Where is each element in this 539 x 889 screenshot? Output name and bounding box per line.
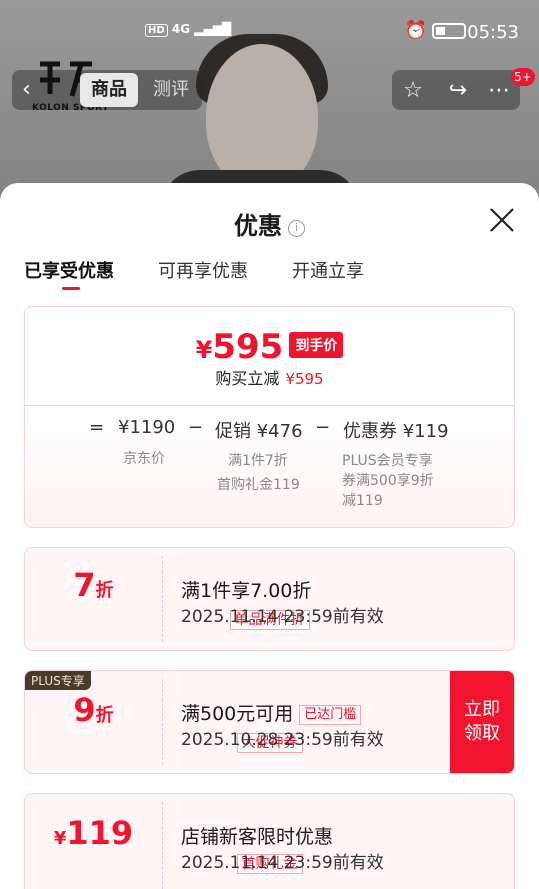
favorite-star-icon[interactable]: ☆	[398, 76, 428, 106]
discount-sheet: 优惠 i 已享受优惠 可再享优惠 开通立享 ¥595 到手价 购买立减 ¥595 = …	[0, 183, 539, 889]
claim-line-1: 立即	[464, 699, 500, 720]
tab-activate[interactable]: 开通立享	[292, 257, 364, 283]
reduce-amount: ¥595	[285, 370, 324, 388]
alarm-icon: ⏰	[404, 20, 427, 41]
tab-more-available[interactable]: 可再享优惠	[158, 257, 248, 283]
price-summary-card: ¥595 到手价 购买立减 ¥595 = ¥1190 京东价 − 促销 ¥476 满…	[24, 306, 515, 528]
coupon-2-value: 9折	[25, 691, 162, 729]
tab-enjoyed[interactable]: 已享受优惠	[24, 257, 114, 283]
coupon-row: 优惠券 ¥119	[343, 417, 449, 443]
promo-sub-2: 首购礼金119	[217, 477, 300, 493]
notification-badge: 5+	[511, 68, 535, 86]
final-currency: ¥	[195, 336, 213, 364]
plus-exclusive-tag: PLUS专享	[25, 671, 91, 690]
summary-divider	[25, 405, 514, 406]
reduce-label: 购买立减	[215, 369, 280, 388]
jd-price-label: 京东价	[123, 451, 165, 467]
hd-icon: HD	[145, 24, 168, 37]
sheet-title-text: 优惠	[234, 212, 282, 240]
coupon-2-unit: 折	[95, 705, 114, 726]
coupon-card-1[interactable]: 7折 单品满件折 满1件享7.00折 2025.11.14 23:59前有效	[24, 547, 515, 651]
coupon-label: 优惠券	[343, 421, 397, 442]
coupon-card-2[interactable]: PLUS专享 9折 大促神券 满500元可用 已达门槛 2025.10.28 23…	[24, 670, 515, 774]
coupon-3-title: 店铺新客限时优惠	[181, 826, 334, 848]
coupon-separator	[162, 802, 163, 889]
coupon-sub-3: 减119	[342, 493, 383, 509]
coupon-separator	[162, 679, 163, 765]
sheet-title: 优惠 i	[0, 206, 539, 241]
coupon-1-validity: 2025.11.14 23:59前有效	[181, 607, 384, 627]
coupon-2-title-row: 满500元可用 已达门槛	[181, 699, 362, 726]
coupon-3-currency: ¥	[53, 828, 67, 849]
final-price: 595	[212, 327, 284, 367]
coupon-1-title: 满1件享7.00折	[181, 580, 312, 602]
share-icon[interactable]: ↪	[443, 76, 473, 106]
promo-sub-1: 满1件7折	[228, 453, 288, 469]
signal-label: 4G	[171, 22, 191, 36]
promo-label: 促销	[215, 421, 251, 442]
info-icon[interactable]: i	[288, 220, 305, 237]
threshold-badge: 已达门槛	[299, 705, 362, 725]
minus-sign-1: −	[188, 417, 204, 438]
coupon-2-title: 满500元可用	[181, 703, 294, 725]
close-icon[interactable]	[487, 205, 517, 235]
coupon-3-validity: 2025.11.14 23:59前有效	[181, 853, 384, 873]
coupon-amount: ¥119	[402, 421, 449, 442]
coupon-sub-1: PLUS会员专享	[342, 453, 433, 469]
final-price-row: ¥595 到手价	[25, 327, 514, 367]
coupon-3-number: 119	[66, 814, 134, 852]
coupon-1-value: 7折	[25, 566, 162, 604]
network-indicator: HD 4G ▂▄▆█	[145, 22, 231, 37]
jd-price: ¥1190	[118, 417, 176, 438]
equals-sign: =	[89, 417, 105, 438]
coupon-card-3[interactable]: ¥119 首购礼金 店铺新客限时优惠 2025.11.14 23:59前有效	[24, 793, 515, 889]
reduce-row: 购买立减 ¥595	[25, 365, 514, 389]
promo-row: 促销 ¥476	[215, 417, 303, 443]
claim-now-button[interactable]: 立即 领取	[450, 671, 514, 773]
coupon-3-value: ¥119	[25, 814, 162, 852]
model-face	[206, 44, 318, 190]
tab-goods[interactable]: 商品	[80, 73, 138, 107]
coupon-2-number: 9	[73, 691, 96, 729]
coupon-1-unit: 折	[95, 580, 114, 601]
final-price-tag: 到手价	[289, 332, 344, 358]
more-icon[interactable]: ⋯	[484, 76, 514, 106]
coupon-1-number: 7	[73, 566, 96, 604]
coupon-separator	[162, 556, 163, 642]
battery-icon	[432, 23, 466, 39]
coupon-2-validity: 2025.10.28 23:59前有效	[181, 730, 384, 750]
clock: 05:53	[467, 22, 519, 43]
tab-review[interactable]: 测评	[142, 73, 200, 107]
coupon-sub-2: 券满500享9折	[342, 473, 434, 489]
active-tab-indicator	[62, 287, 80, 290]
claim-button-label: 立即 领取	[464, 698, 500, 746]
promo-amount: ¥476	[256, 421, 303, 442]
minus-sign-2: −	[315, 417, 331, 438]
claim-line-2: 领取	[464, 723, 500, 744]
